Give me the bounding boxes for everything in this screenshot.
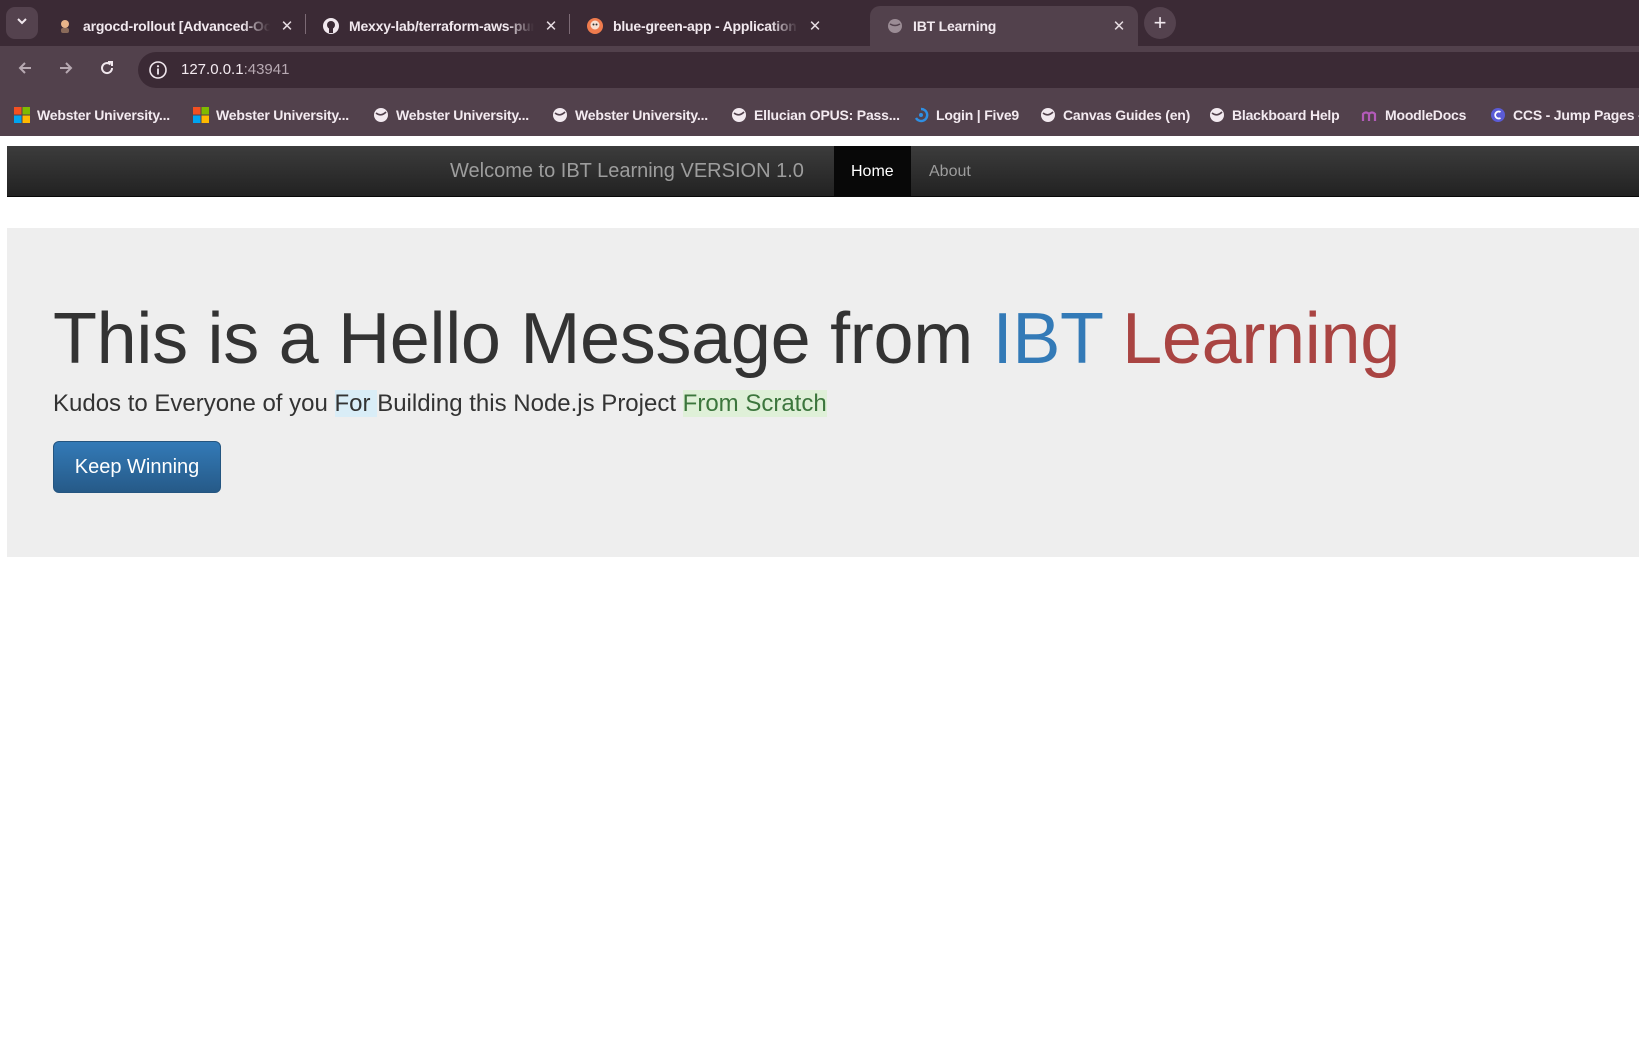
jumbotron: This is a Hello Message from IBT Learnin… [7, 228, 1639, 557]
bookmark-item[interactable]: Webster University... [551, 94, 708, 136]
bookmark-item[interactable]: CCS - Jump Pages -... [1489, 94, 1639, 136]
reload-button[interactable] [93, 56, 121, 84]
headline-ibt: IBT [992, 299, 1103, 379]
url-port: :43941 [243, 61, 290, 78]
reload-icon [98, 59, 116, 82]
globe-icon [1039, 106, 1057, 124]
keep-winning-button[interactable]: Keep Winning [53, 441, 221, 493]
globe-icon [1208, 106, 1226, 124]
hello-headline: This is a Hello Message from IBT Learnin… [53, 298, 1400, 380]
argo-icon [586, 17, 604, 35]
browser-toolbar: 127.0.0.1:43941 [0, 46, 1639, 94]
tab-strip: argocd-rollout [Advanced-Octo ✕ Mexxy-la… [0, 0, 1639, 46]
bookmark-label: MoodleDocs [1385, 107, 1467, 123]
tab-title: argocd-rollout [Advanced-Octo [83, 18, 270, 34]
tab-title: IBT Learning [913, 18, 997, 34]
bookmark-item[interactable]: Login | Five9 [912, 94, 1019, 136]
bookmark-item[interactable]: Canvas Guides (en) [1039, 94, 1190, 136]
bookmarks-bar: Webster University... Webster University… [0, 94, 1639, 136]
arrow-left-icon [16, 59, 34, 82]
bookmark-item[interactable]: Webster University... [372, 94, 529, 136]
bookmark-item[interactable]: MoodleDocs [1361, 94, 1466, 136]
lead-text-2: Building this Node.js Project [377, 390, 683, 417]
tab-argocd-rollout[interactable]: argocd-rollout [Advanced-Octo ✕ [40, 6, 306, 46]
octocat-avatar-icon [56, 17, 74, 35]
five9-icon [912, 106, 930, 124]
bookmark-label: Ellucian OPUS: Pass... [754, 107, 900, 123]
nav-link-home[interactable]: Home [834, 146, 911, 197]
nav-link-about[interactable]: About [912, 146, 988, 197]
github-icon [322, 17, 340, 35]
lead-highlight-for: For [334, 390, 378, 417]
arrow-right-icon [57, 59, 75, 82]
globe-icon [551, 106, 569, 124]
close-icon[interactable]: ✕ [542, 17, 560, 35]
bookmark-label: CCS - Jump Pages -... [1513, 107, 1639, 123]
back-button[interactable] [11, 56, 39, 84]
new-tab-button[interactable]: + [1144, 7, 1176, 39]
bookmark-item[interactable]: Blackboard Help [1208, 94, 1340, 136]
close-icon[interactable]: ✕ [806, 17, 824, 35]
tab-terraform-aws[interactable]: Mexxy-lab/terraform-aws-pum ✕ [306, 6, 570, 46]
page-viewport: Welcome to IBT Learning VERSION 1.0 Home… [7, 136, 1639, 1055]
bookmark-item[interactable]: Webster University... [13, 94, 170, 136]
headline-learning: Learning [1122, 299, 1400, 379]
chevron-down-icon [15, 14, 29, 33]
forward-button[interactable] [52, 56, 80, 84]
tab-ibt-learning[interactable]: IBT Learning ✕ [870, 6, 1138, 46]
moodle-icon [1361, 106, 1379, 124]
globe-icon [372, 106, 390, 124]
bookmark-item[interactable]: Ellucian OPUS: Pass... [730, 94, 900, 136]
microsoft-icon [192, 106, 210, 124]
site-navbar: Welcome to IBT Learning VERSION 1.0 Home… [7, 146, 1639, 197]
headline-text: This is a Hello Message from [53, 299, 993, 379]
close-icon[interactable]: ✕ [278, 17, 296, 35]
bookmark-label: Webster University... [216, 107, 349, 123]
ccs-icon [1489, 106, 1507, 124]
url-text: 127.0.0.1:43941 [181, 61, 289, 78]
bookmark-label: Webster University... [575, 107, 708, 123]
globe-icon [886, 17, 904, 35]
address-bar[interactable]: 127.0.0.1:43941 [138, 52, 1639, 88]
bookmark-label: Webster University... [37, 107, 170, 123]
bookmark-label: Canvas Guides (en) [1063, 107, 1191, 123]
microsoft-icon [13, 106, 31, 124]
bookmark-label: Login | Five9 [936, 107, 1019, 123]
site-info-icon[interactable] [148, 60, 168, 80]
tab-blue-green-app[interactable]: blue-green-app - Application D ✕ [570, 6, 834, 46]
close-icon[interactable]: ✕ [1110, 17, 1128, 35]
bookmark-label: Webster University... [396, 107, 529, 123]
tab-title: Mexxy-lab/terraform-aws-pum [349, 18, 534, 34]
url-host: 127.0.0.1 [181, 61, 244, 78]
globe-icon [730, 106, 748, 124]
lead-paragraph: Kudos to Everyone of you For Building th… [53, 390, 827, 418]
bookmark-label: Blackboard Help [1232, 107, 1340, 123]
bookmark-item[interactable]: Webster University... [192, 94, 349, 136]
navbar-brand[interactable]: Welcome to IBT Learning VERSION 1.0 [450, 160, 804, 183]
tab-search-button[interactable] [6, 7, 38, 39]
plus-icon: + [1153, 10, 1167, 35]
lead-text-1: Kudos to Everyone of you [53, 390, 335, 417]
lead-highlight-scratch: From Scratch [682, 390, 827, 417]
tab-title: blue-green-app - Application D [613, 18, 798, 34]
